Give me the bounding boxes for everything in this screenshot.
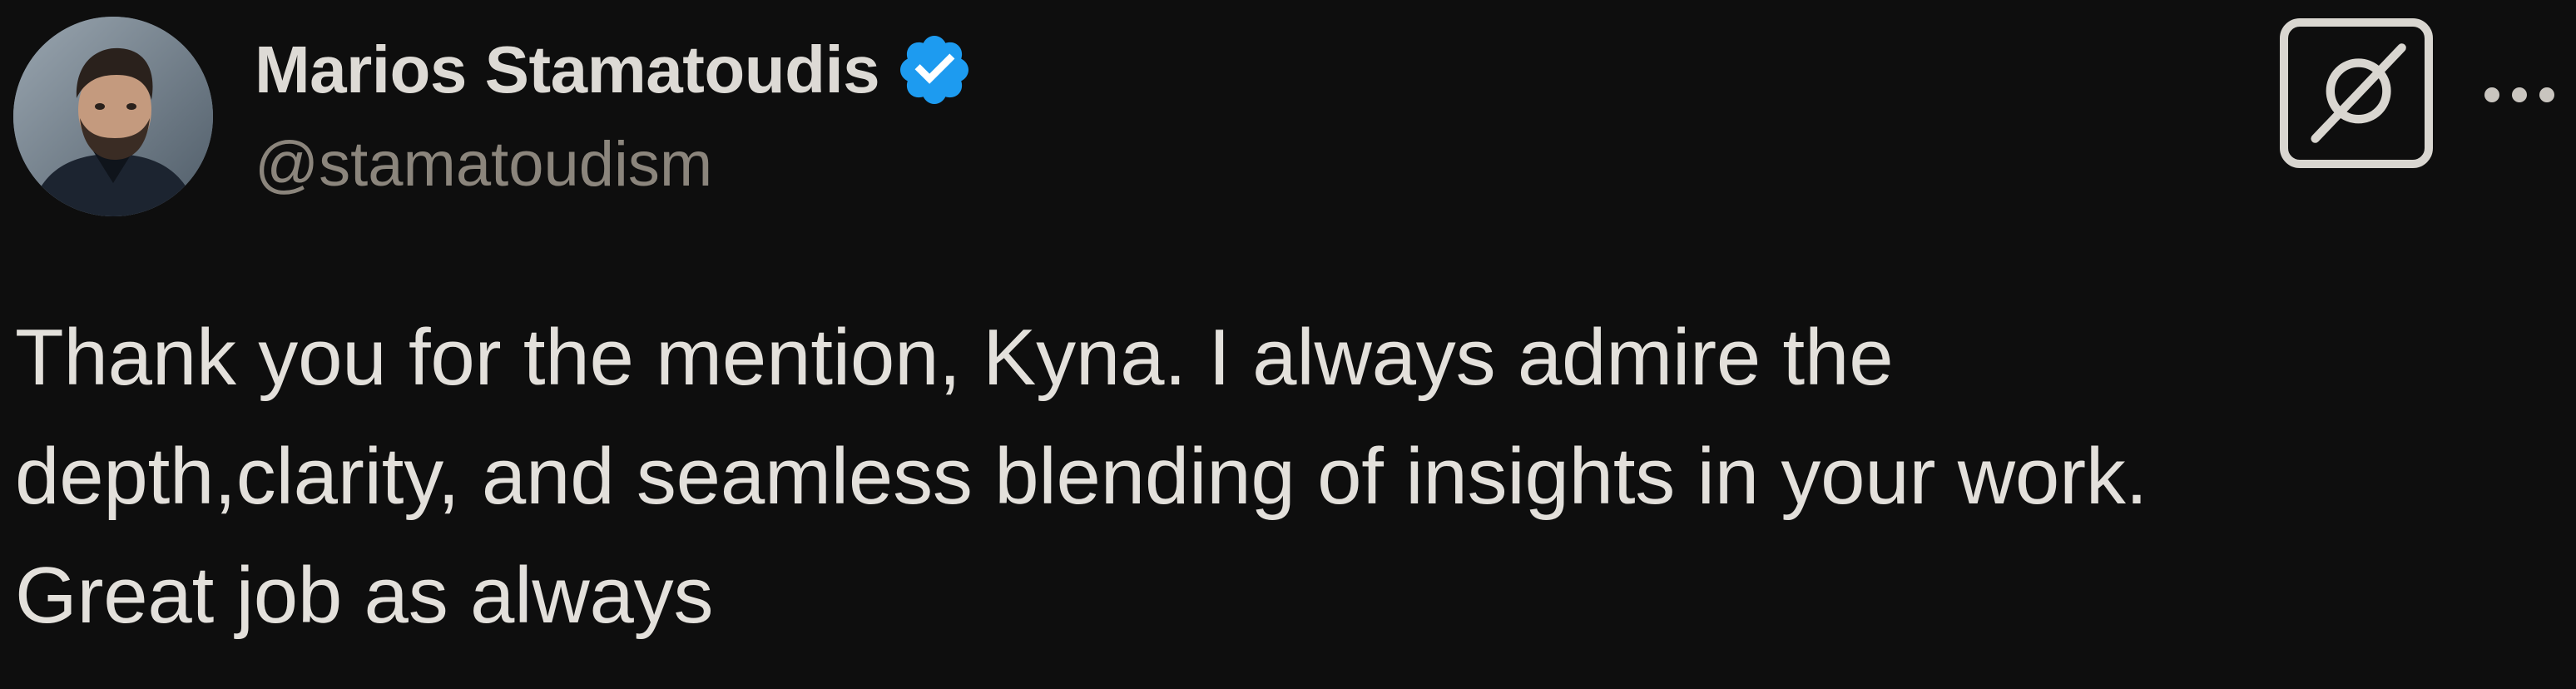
author-handle[interactable]: @stamatoudism [255,128,712,201]
avatar-photo [13,17,213,216]
more-options-button[interactable] [2479,63,2559,126]
avatar[interactable] [13,17,213,216]
author-name-row: Marios Stamatoudis [255,28,974,112]
display-name[interactable]: Marios Stamatoudis [255,32,880,108]
verified-badge-icon[interactable] [894,30,974,110]
tweet-text: Thank you for the mention, Kyna. I alway… [15,313,2148,640]
more-horizontal-icon [2484,87,2554,102]
grok-button[interactable] [2280,18,2433,168]
tweet-card: Marios Stamatoudis @stamatoudism Thank y… [0,0,2576,689]
grok-icon [2311,43,2406,143]
